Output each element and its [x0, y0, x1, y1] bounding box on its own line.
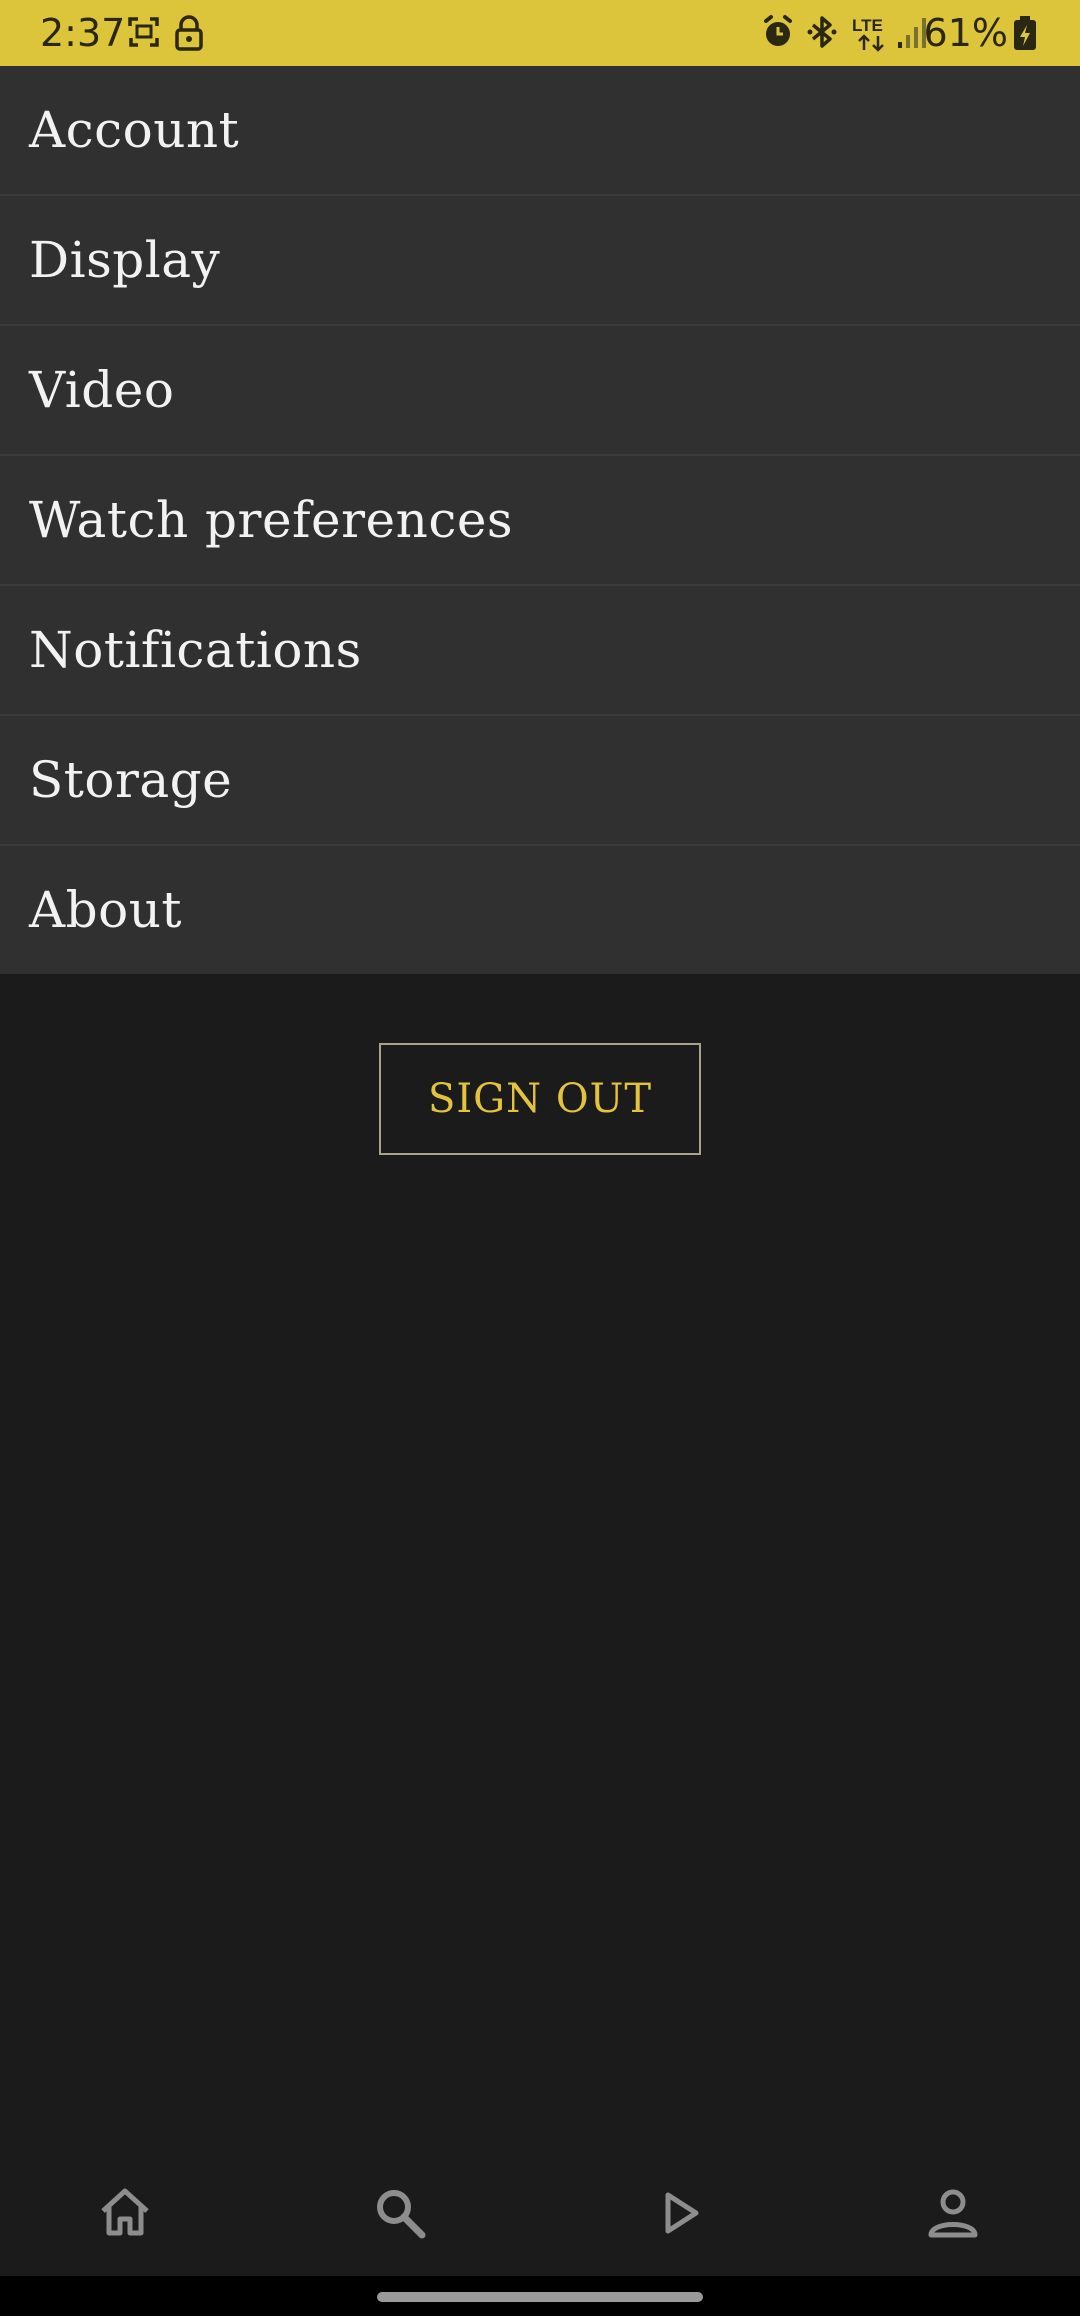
bluetooth-icon: [804, 14, 844, 54]
menu-item-watch-preferences[interactable]: Watch preferences: [0, 456, 1080, 586]
nav-profile-button[interactable]: [908, 2170, 998, 2260]
lte-icon: LTE: [850, 14, 894, 54]
menu-item-label: Storage: [29, 751, 233, 809]
battery-charging-icon: [1012, 14, 1042, 54]
menu-item-notifications[interactable]: Notifications: [0, 586, 1080, 716]
battery-percentage: 61%: [923, 11, 1008, 55]
bottom-nav: [0, 2156, 1080, 2276]
home-icon: [95, 2183, 155, 2247]
lock-icon: [172, 14, 212, 54]
menu-item-video[interactable]: Video: [0, 326, 1080, 456]
menu-item-label: About: [29, 881, 183, 939]
nav-search-button[interactable]: [355, 2170, 445, 2260]
menu-item-label: Video: [29, 361, 175, 419]
profile-icon: [923, 2183, 983, 2247]
menu-item-label: Watch preferences: [29, 491, 514, 549]
play-icon: [650, 2183, 710, 2247]
menu-item-label: Notifications: [29, 621, 362, 679]
gesture-handle[interactable]: [377, 2292, 703, 2302]
sign-out-button[interactable]: SIGN OUT: [379, 1043, 701, 1155]
status-bar: 2:37 LTE 61%: [0, 0, 1080, 66]
system-navigation-bar: [0, 2276, 1080, 2316]
status-time: 2:37: [40, 11, 126, 55]
menu-item-account[interactable]: Account: [0, 66, 1080, 196]
nav-play-button[interactable]: [635, 2170, 725, 2260]
menu-item-about[interactable]: About: [0, 846, 1080, 974]
settings-menu: Account Display Video Watch preferences …: [0, 66, 1080, 974]
menu-item-display[interactable]: Display: [0, 196, 1080, 326]
nav-home-button[interactable]: [80, 2170, 170, 2260]
menu-item-label: Account: [29, 101, 240, 159]
menu-item-label: Display: [29, 231, 221, 289]
menu-item-storage[interactable]: Storage: [0, 716, 1080, 846]
screenshot-icon: [126, 14, 166, 54]
search-icon: [370, 2183, 430, 2247]
svg-text:LTE: LTE: [852, 16, 883, 35]
alarm-icon: [760, 14, 800, 54]
